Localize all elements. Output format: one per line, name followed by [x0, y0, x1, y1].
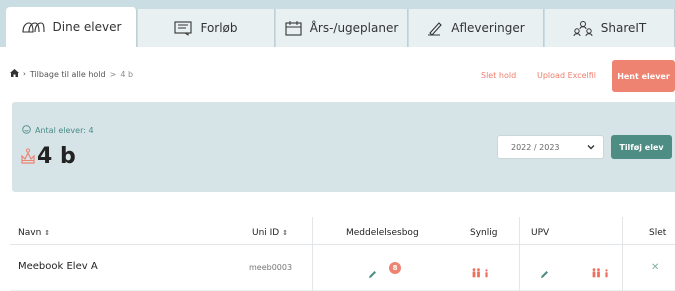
- delete-class-link[interactable]: Slet hold: [481, 71, 516, 80]
- header-divider: [10, 244, 675, 245]
- tab-forlob[interactable]: Forløb: [138, 9, 275, 47]
- class-title: 4 b: [20, 145, 76, 169]
- tab-label: Dine elever: [52, 20, 122, 34]
- add-student-button[interactable]: Tilføj elev: [611, 135, 672, 159]
- message-count-badge[interactable]: 8: [389, 262, 401, 274]
- header-label: Slet: [649, 228, 667, 238]
- pen-icon: [427, 21, 443, 36]
- tab-label: Forløb: [200, 21, 238, 35]
- column-divider: [622, 217, 623, 291]
- tab-dine-elever[interactable]: Dine elever: [6, 7, 137, 47]
- tab-label: Års-/ugeplaner: [309, 21, 399, 35]
- home-icon[interactable]: [10, 69, 19, 79]
- student-name[interactable]: Meebook Elev A: [18, 261, 98, 272]
- tab-label: ShareIT: [600, 21, 647, 35]
- delete-student-icon[interactable]: ✕: [651, 262, 659, 273]
- sort-icon: ⇕: [44, 229, 51, 237]
- column-header-upv: UPV: [531, 228, 549, 238]
- students-icon: [21, 21, 45, 33]
- sort-icon: ⇕: [282, 229, 289, 237]
- column-header-visible: Synlig: [470, 228, 497, 238]
- main-panel: › Tilbage til alle hold > 4 b Slet hold …: [0, 47, 675, 291]
- year-select[interactable]: 2022 / 2023: [497, 135, 604, 159]
- header-label: Meddelelsesbog: [346, 228, 419, 238]
- fetch-students-button[interactable]: Hent elever: [612, 60, 675, 92]
- tab-ars-ugeplaner[interactable]: Års-/ugeplaner: [276, 9, 408, 47]
- header-label: Synlig: [470, 228, 498, 238]
- back-link[interactable]: Tilbage til alle hold: [30, 70, 106, 79]
- smiley-icon: [22, 125, 31, 136]
- header-label: Navn: [18, 228, 42, 238]
- column-header-delete: Slet: [649, 228, 666, 238]
- share-people-icon: [573, 20, 593, 36]
- breadcrumb-current: 4 b: [120, 69, 134, 79]
- upv-parents-icon[interactable]: [591, 263, 611, 282]
- class-name: 4 b: [37, 144, 76, 169]
- parents-icon[interactable]: [471, 263, 491, 282]
- column-header-uni-id[interactable]: Uni ID ⇕: [252, 228, 288, 238]
- tab-afleveringer[interactable]: Afleveringer: [409, 9, 544, 47]
- column-divider: [312, 217, 313, 291]
- header-label: Uni ID: [252, 228, 280, 238]
- calendar-icon: [285, 20, 302, 36]
- class-card: Antal elever: 4 4 b 2022 / 2023 Tilføj e…: [12, 102, 675, 192]
- column-header-message-book: Meddelelsesbog: [346, 228, 419, 238]
- tab-shareit[interactable]: ShareIT: [545, 9, 675, 47]
- breadcrumb-separator: >: [109, 69, 117, 79]
- tab-bar: Dine elever Forløb Års-/ugeplaner Afleve…: [0, 0, 675, 47]
- column-header-name[interactable]: Navn ⇕: [18, 228, 50, 238]
- course-icon: [174, 20, 193, 36]
- upv-edit-pencil-icon[interactable]: [540, 264, 549, 283]
- column-divider: [519, 217, 520, 291]
- year-select-value: 2022 / 2023: [511, 142, 560, 152]
- chevron-down-icon: [587, 143, 595, 153]
- crown-icon: [20, 147, 36, 169]
- student-uni-id: meeb0003: [249, 263, 293, 272]
- chevron-right-icon: ›: [23, 70, 26, 78]
- header-label: UPV: [531, 228, 550, 238]
- edit-pencil-icon[interactable]: [368, 264, 377, 283]
- breadcrumb: › Tilbage til alle hold > 4 b: [10, 69, 133, 79]
- student-count: Antal elever: 4: [22, 125, 94, 136]
- student-count-label: Antal elever: 4: [35, 126, 94, 135]
- upload-excel-link[interactable]: Upload Excelfil: [537, 71, 596, 80]
- tab-label: Afleveringer: [451, 21, 525, 35]
